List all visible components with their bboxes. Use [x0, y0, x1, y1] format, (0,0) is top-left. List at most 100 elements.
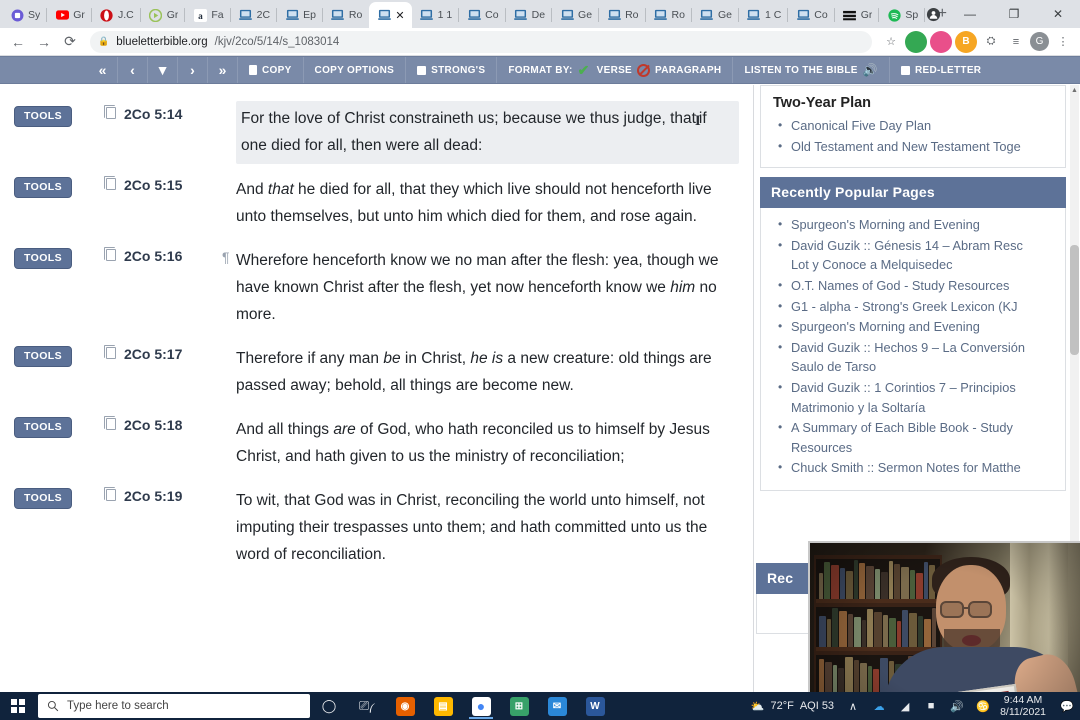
- tools-button[interactable]: TOOLS: [14, 248, 72, 269]
- browser-tab-18[interactable]: Gr: [835, 2, 880, 28]
- start-button[interactable]: [0, 692, 36, 720]
- verse-text[interactable]: And all things are of God, who hath reco…: [236, 412, 739, 475]
- task-view-icon[interactable]: ⎚⎛: [348, 692, 386, 720]
- verse-reference[interactable]: 2Co 5:14: [124, 101, 222, 122]
- store-icon[interactable]: ⊞: [500, 692, 538, 720]
- scroll-down-arrow[interactable]: ▼: [148, 57, 178, 83]
- back-button[interactable]: ←: [6, 30, 30, 54]
- first-chapter-arrow[interactable]: «: [88, 57, 118, 83]
- browser-tab-7[interactable]: Ro: [323, 2, 369, 28]
- last-chapter-arrow[interactable]: »: [208, 57, 238, 83]
- extension-green-icon[interactable]: [905, 30, 927, 53]
- browser-tab-9[interactable]: 1 1: [412, 2, 460, 28]
- scroll-up-arrow[interactable]: ▲: [1070, 85, 1079, 96]
- volume-icon[interactable]: 🔊: [944, 692, 970, 720]
- previous-chapter-arrow[interactable]: ‹: [118, 57, 148, 83]
- bluetooth-icon[interactable]: ♋: [970, 692, 996, 720]
- verse-text[interactable]: Wherefore henceforth know we no man afte…: [236, 243, 739, 333]
- profile-avatar[interactable]: G: [1030, 32, 1049, 51]
- tools-button[interactable]: TOOLS: [14, 346, 72, 367]
- browser-tab-5[interactable]: 2C: [231, 2, 278, 28]
- sidebar-link[interactable]: David Guzik :: Hechos 9 – La ConversiónS…: [771, 338, 1055, 377]
- tools-button[interactable]: TOOLS: [14, 177, 72, 198]
- verse-text[interactable]: Therefore if any man be in Christ, he is…: [236, 341, 739, 404]
- close-tab-icon[interactable]: ✕: [395, 9, 404, 22]
- verse-text[interactable]: For the love of Christ constraineth us; …: [236, 101, 739, 164]
- browser-tab-8[interactable]: ✕: [369, 2, 412, 28]
- tools-button[interactable]: TOOLS: [14, 106, 72, 127]
- verse-reference[interactable]: 2Co 5:19: [124, 483, 222, 504]
- tools-button[interactable]: TOOLS: [14, 417, 72, 438]
- profile-pin-icon[interactable]: [918, 0, 948, 28]
- browser-tab-0[interactable]: Sy: [2, 2, 48, 28]
- copy-verse-button[interactable]: [98, 483, 124, 504]
- copy-button[interactable]: COPY: [238, 57, 304, 83]
- copy-verse-button[interactable]: [98, 172, 124, 193]
- sidebar-link[interactable]: G1 - alpha - Strong's Greek Lexicon (KJ: [771, 297, 1055, 317]
- verse-text[interactable]: To wit, that God was in Christ, reconcil…: [236, 483, 739, 573]
- sidebar-link[interactable]: Canonical Five Day Plan: [771, 116, 1055, 136]
- mail-icon[interactable]: ✉: [538, 692, 576, 720]
- reload-button[interactable]: ⟳: [58, 30, 82, 54]
- copy-verse-button[interactable]: [98, 341, 124, 362]
- address-bar[interactable]: 🔒 blueletterbible.org/kjv/2co/5/14/s_108…: [90, 30, 872, 53]
- browser-tab-4[interactable]: a Fa: [185, 2, 231, 28]
- browser-tab-10[interactable]: Co: [459, 2, 506, 28]
- browser-tab-16[interactable]: 1 C: [739, 2, 789, 28]
- browser-tab-1[interactable]: Gr: [47, 2, 92, 28]
- red-letter-toggle[interactable]: RED-LETTER: [890, 57, 992, 83]
- sidebar-link[interactable]: A Summary of Each Bible Book - StudyReso…: [771, 418, 1055, 457]
- onedrive-icon[interactable]: ☁: [866, 692, 892, 720]
- copy-options-button[interactable]: COPY OPTIONS: [304, 57, 407, 83]
- next-chapter-arrow[interactable]: ›: [178, 57, 208, 83]
- minimize-button[interactable]: —: [948, 0, 992, 28]
- sidebar-link[interactable]: O.T. Names of God - Study Resources: [771, 276, 1055, 296]
- bookmark-star-icon[interactable]: ☆: [880, 31, 902, 53]
- verse-reference[interactable]: 2Co 5:18: [124, 412, 222, 433]
- file-explorer-icon[interactable]: ▤: [424, 692, 462, 720]
- tray-chevron-icon[interactable]: ∧: [840, 692, 866, 720]
- browser-tab-3[interactable]: Gr: [141, 2, 186, 28]
- maximize-button[interactable]: ❐: [992, 0, 1036, 28]
- sidebar-link[interactable]: David Guzik :: Génesis 14 – Abram RescLo…: [771, 236, 1055, 275]
- word-icon[interactable]: W: [576, 692, 614, 720]
- verse-reference[interactable]: 2Co 5:16: [124, 243, 222, 264]
- sidebar-link[interactable]: Old Testament and New Testament Toge: [771, 137, 1055, 157]
- close-window-button[interactable]: ✕: [1036, 0, 1080, 28]
- browser-tab-17[interactable]: Co: [788, 2, 835, 28]
- chrome-menu-icon[interactable]: ⋮: [1052, 31, 1074, 53]
- browser-tab-12[interactable]: Ge: [552, 2, 600, 28]
- copy-verse-button[interactable]: [98, 412, 124, 433]
- taskbar-clock[interactable]: 9:44 AM 8/11/2021: [996, 694, 1054, 718]
- verse-text[interactable]: And that he died for all, that they whic…: [236, 172, 739, 235]
- cortana-icon[interactable]: ◯: [310, 692, 348, 720]
- tools-button[interactable]: TOOLS: [14, 488, 72, 509]
- copy-verse-button[interactable]: [98, 243, 124, 264]
- browser-tab-14[interactable]: Ro: [646, 2, 692, 28]
- listen-to-bible-button[interactable]: LISTEN TO THE BIBLE 🔊: [733, 57, 890, 83]
- verse-reference[interactable]: 2Co 5:15: [124, 172, 222, 193]
- taskbar-search[interactable]: Type here to search: [38, 694, 310, 718]
- extension-pink-icon[interactable]: [930, 30, 952, 53]
- sidebar-link[interactable]: David Guzik :: 1 Corintios 7 – Principio…: [771, 378, 1055, 417]
- chrome-icon[interactable]: ●: [462, 692, 500, 720]
- sidebar-link[interactable]: Spurgeon's Morning and Evening: [771, 215, 1055, 235]
- browser-tab-15[interactable]: Ge: [692, 2, 739, 28]
- webcam-overlay[interactable]: [808, 541, 1080, 692]
- wifi-icon[interactable]: ◢: [892, 692, 918, 720]
- sidebar-link[interactable]: Chuck Smith :: Sermon Notes for Matthe: [771, 458, 1055, 478]
- paragraph-format-option[interactable]: PARAGRAPH: [655, 65, 721, 76]
- verse-reference[interactable]: 2Co 5:17: [124, 341, 222, 362]
- browser-tab-11[interactable]: De: [506, 2, 553, 28]
- firefox-icon[interactable]: ◉: [386, 692, 424, 720]
- weather-widget[interactable]: ⛅ 72°F AQI 53: [745, 700, 840, 713]
- sidebar-scrollbar-thumb[interactable]: [1070, 245, 1079, 355]
- copy-verse-button[interactable]: [98, 101, 124, 122]
- battery-icon[interactable]: ■: [918, 692, 944, 720]
- verse-format-option[interactable]: VERSE: [597, 65, 632, 76]
- browser-tab-6[interactable]: Ep: [277, 2, 323, 28]
- reading-list-icon[interactable]: ≡: [1005, 31, 1027, 53]
- notification-icon[interactable]: 💬: [1054, 692, 1080, 720]
- extensions-puzzle-icon[interactable]: ⛭: [980, 31, 1002, 53]
- forward-button[interactable]: →: [32, 30, 56, 54]
